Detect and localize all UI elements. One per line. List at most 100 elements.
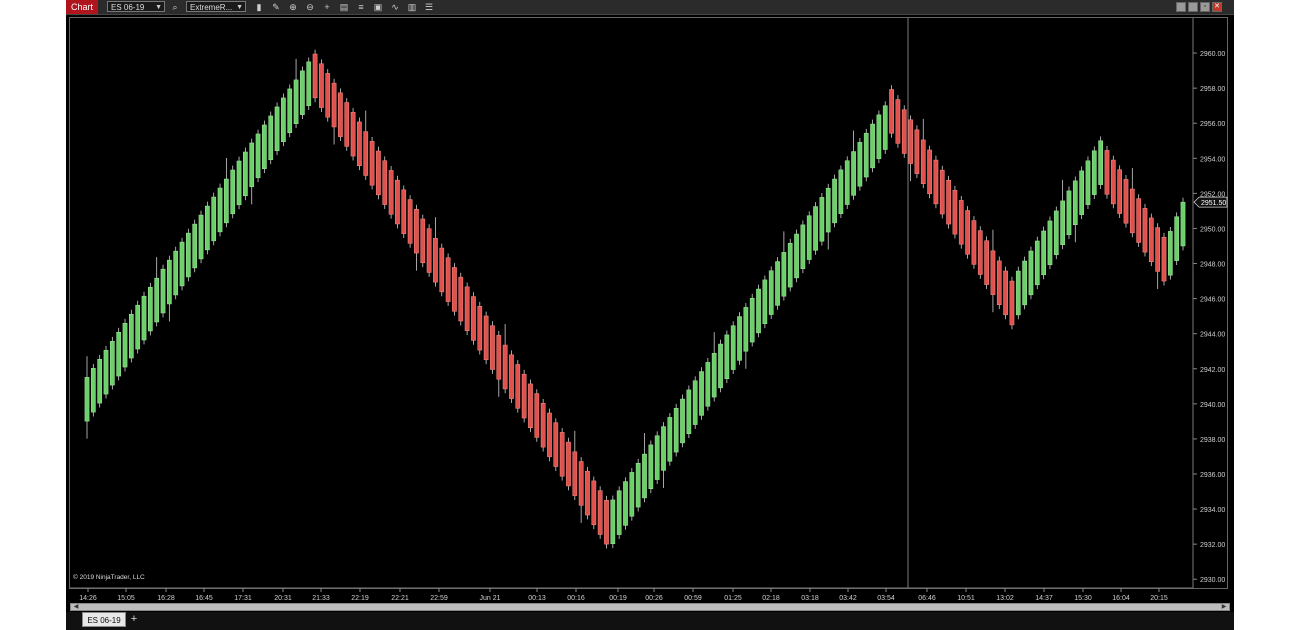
up-candle [167,259,172,305]
add-tab-button[interactable]: + [128,613,140,625]
up-candle [1028,250,1034,296]
up-candle [705,362,711,407]
y-tick-label: 2940.00 [1200,402,1225,409]
up-candle [148,286,153,332]
x-tick-label: 16:28 [157,595,175,602]
down-candle [1104,150,1110,195]
y-tick-label: 2956.00 [1200,121,1225,128]
up-candle [217,187,223,233]
down-candle [933,159,939,205]
up-candle [141,295,147,341]
up-candle [205,205,210,251]
down-candle [927,149,932,195]
up-candle [1079,170,1084,215]
up-candle [103,350,109,395]
up-candle [1022,260,1027,306]
up-candle [211,196,217,242]
up-candle [186,232,191,278]
scroll-left-icon[interactable]: ◀ [72,604,80,610]
y-tick-label: 2932.00 [1200,542,1225,549]
x-tick-label: 00:19 [609,595,627,602]
up-candle [642,453,647,499]
up-candle [1060,200,1065,245]
up-candle [838,169,844,214]
up-candle [192,223,198,269]
x-tick-label: 16:04 [1112,595,1130,602]
up-candle [616,490,622,535]
up-candle [737,316,742,361]
up-candle [243,151,248,197]
up-candle [1098,140,1103,185]
down-candle [376,150,381,196]
up-candle [629,472,635,517]
up-candle [863,132,869,178]
chart-window: Chart ES 06-19 ▼ ⌕ ExtremeR... ▼ ▮ ✎ ⊕ ⊖… [66,0,1234,630]
up-candle [876,114,882,159]
up-candle [262,124,267,170]
up-candle [882,105,888,150]
scroll-right-icon[interactable]: ▶ [1220,604,1228,610]
down-candle [1110,159,1116,205]
down-candle [1155,227,1161,272]
up-candle [179,241,185,287]
y-tick-label: 2930.00 [1200,577,1225,584]
up-candle [255,133,261,179]
up-candle [300,70,305,115]
up-candle [236,160,242,206]
down-candle [388,170,394,215]
horizontal-scrollbar[interactable]: ◀ ▶ [70,603,1230,611]
up-candle [724,334,730,379]
down-candle [471,296,476,341]
down-candle [553,422,559,467]
y-tick-label: 2960.00 [1200,51,1225,58]
up-candle [749,297,755,343]
down-candle [895,99,901,144]
y-axis: 2930.00 2932.00 2934.00 2936.00 2938.00 2940.… [1192,18,1225,588]
up-candle [730,325,736,370]
down-candle [363,131,369,176]
up-candle [224,178,229,224]
x-tick-label: 00:13 [528,595,546,602]
instrument-tab-bar: ES 06-19 + [66,612,1234,630]
instrument-tab[interactable]: ES 06-19 [82,612,126,627]
x-tick-label: 13:02 [996,595,1014,602]
down-candle [528,383,533,428]
x-tick-label: 00:26 [645,595,663,602]
up-candle [1034,240,1040,286]
up-candle [667,417,673,462]
up-candle [306,61,312,106]
up-candle [109,340,115,386]
up-candle [1072,180,1078,225]
up-candle [198,214,204,260]
down-candle [990,250,996,295]
x-axis: 14:26 15:05 16:28 16:45 17:31 20:31 21:33 22:19… [70,587,1193,602]
down-candle [604,500,609,545]
up-candle [1066,190,1072,235]
up-candle [794,233,799,279]
down-candle [445,257,451,302]
down-candle [1009,280,1015,326]
down-candle [559,432,565,477]
x-tick-label: 15:05 [117,595,135,602]
down-candle [414,208,419,254]
down-candle [344,102,350,147]
price-chart[interactable]: 2930.00 2932.00 2934.00 2936.00 2938.00 2940.… [66,0,1234,602]
up-candle [1174,216,1180,261]
up-candle [673,407,679,453]
up-candle [281,97,286,142]
x-tick-label: 01:25 [724,595,742,602]
up-candle [635,462,641,508]
up-candle [686,389,692,434]
up-candle [84,377,90,422]
x-tick-label: 15:30 [1074,595,1092,602]
x-tick-label: 21:33 [312,595,330,602]
down-candle [319,63,324,108]
down-candle [521,373,527,419]
y-tick-label: 2948.00 [1200,262,1225,269]
down-candle [464,286,470,331]
x-tick-label: 14:37 [1035,595,1053,602]
up-candle [1041,230,1046,276]
x-tick-label: Jun 21 [479,595,500,602]
x-tick-label: 17:31 [234,595,252,602]
x-tick-label: 03:54 [877,595,895,602]
